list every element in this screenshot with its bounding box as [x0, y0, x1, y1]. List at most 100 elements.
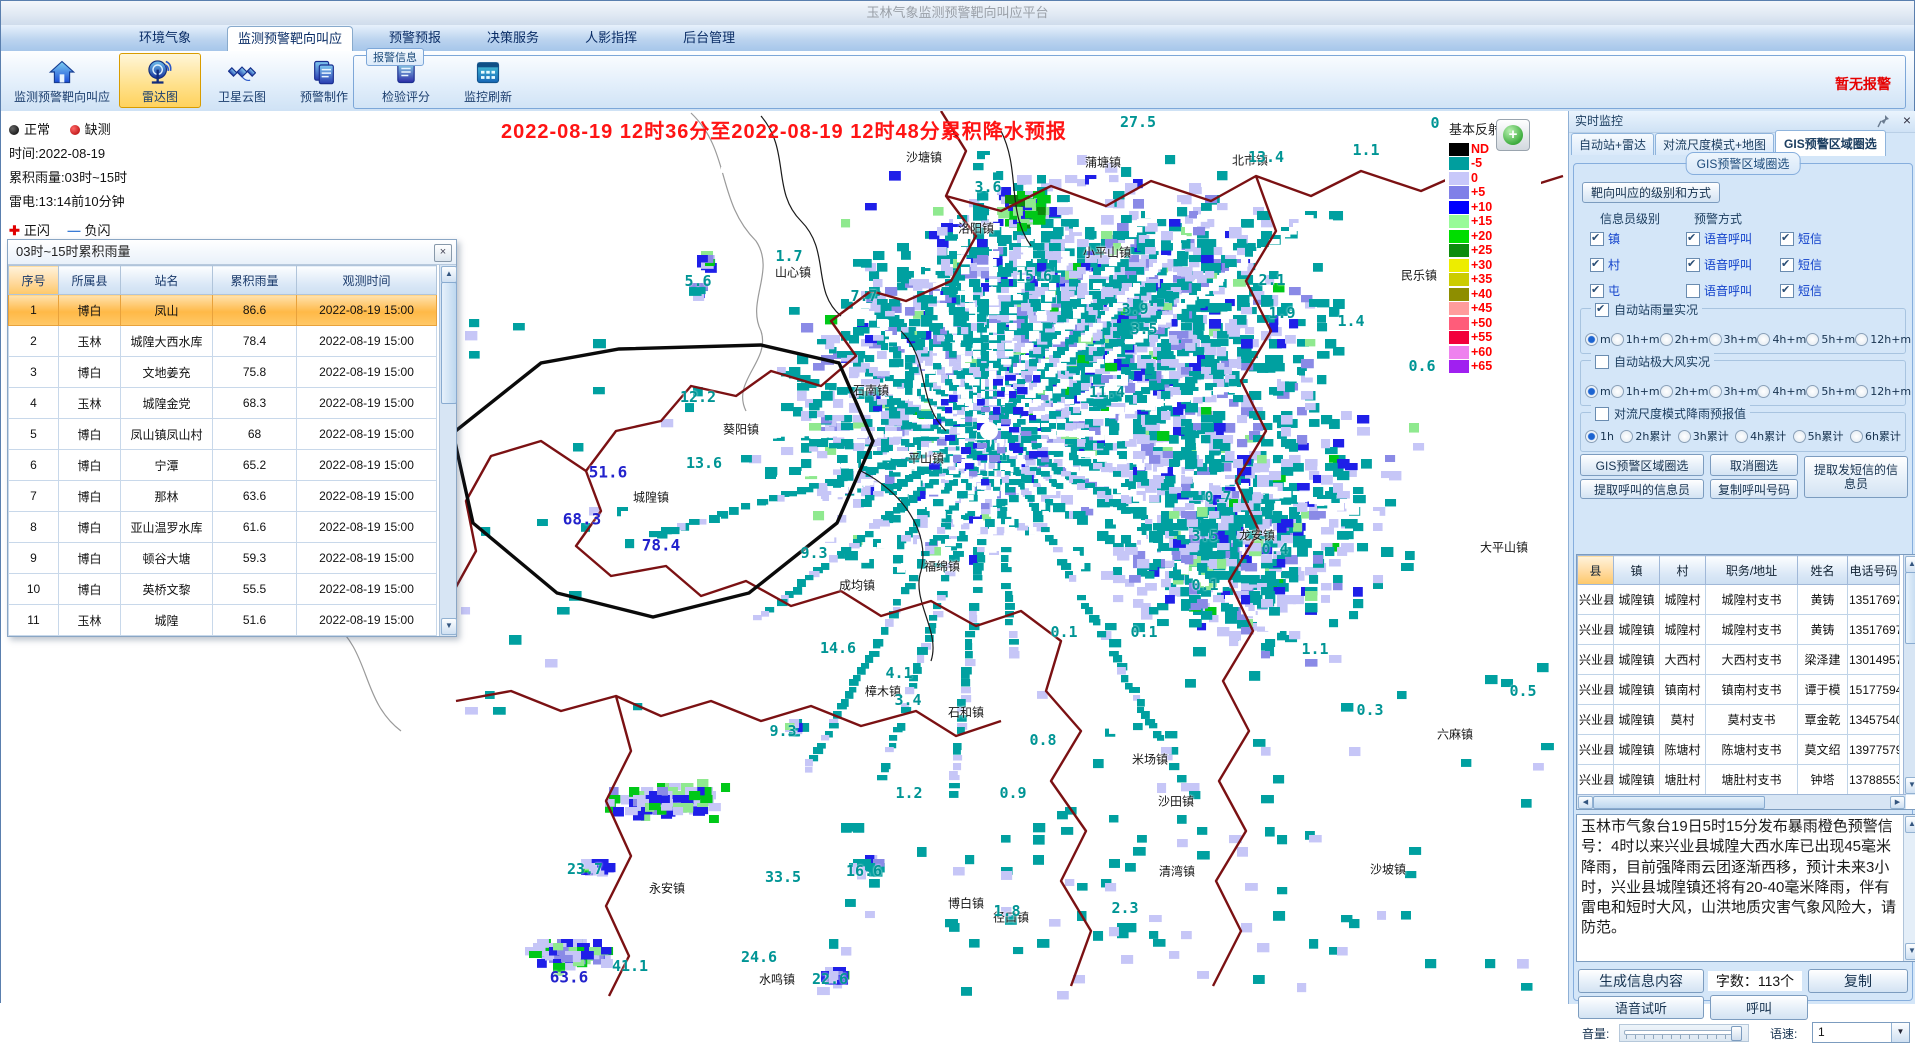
- contact-table[interactable]: 县镇村职务/地址姓名电话号码兴业县城隍镇城隍村城隍村支书黄铸135176975 兴…: [1577, 555, 1900, 810]
- scrollbar-thumb[interactable]: [1905, 572, 1915, 644]
- checkbox-icon[interactable]: [1595, 407, 1609, 421]
- scroll-up-icon[interactable]: ▲: [1905, 816, 1915, 833]
- rain-table[interactable]: 序号所属县站名累积雨量观测时间1博白凤山86.62022-08-19 15:00…: [8, 265, 437, 636]
- scroll-right-icon[interactable]: ▶: [1890, 796, 1905, 809]
- radio-option[interactable]: 3h+m: [1709, 385, 1758, 398]
- gis-select-button[interactable]: GIS预警区域圈选: [1580, 454, 1704, 476]
- checkbox-icon[interactable]: [1780, 284, 1794, 298]
- contact-table-row[interactable]: 兴业县城隍镇大西村大西村支书梁泽建130149571: [1578, 645, 1900, 675]
- radio-option[interactable]: 5h+m: [1806, 385, 1855, 398]
- scroll-down-icon[interactable]: ▼: [441, 618, 457, 635]
- rain-table-titlebar[interactable]: 03时~15时累积雨量 ×: [8, 240, 456, 265]
- warning-message-text[interactable]: 玉林市气象台19日5时15分发布暴雨橙色预警信号：4时以来兴业县城隍大西水库已出…: [1581, 817, 1901, 959]
- rain-table-row[interactable]: 11玉林城隍51.62022-08-19 15:00: [9, 605, 437, 636]
- checkbox-icon[interactable]: [1595, 355, 1609, 369]
- rain-col-header[interactable]: 观测时间: [297, 266, 437, 295]
- zoom-in-button[interactable]: +: [1496, 119, 1530, 151]
- checkbox-icon[interactable]: [1780, 258, 1794, 272]
- checkbox-icon[interactable]: [1590, 232, 1604, 246]
- checkbox-icon[interactable]: [1590, 284, 1604, 298]
- rain-table-row[interactable]: 2玉林城隍大西水库78.42022-08-19 15:00: [9, 326, 437, 357]
- checkbox-icon[interactable]: [1780, 232, 1794, 246]
- toolbar-item[interactable]: 监测预警靶向叫应: [5, 53, 119, 108]
- close-icon[interactable]: ×: [434, 244, 452, 262]
- copy-button[interactable]: 复制: [1808, 969, 1908, 993]
- rain-table-scrollbar[interactable]: ▲ ▼: [439, 265, 456, 636]
- contact-col-header[interactable]: 职务/地址: [1706, 556, 1798, 585]
- scroll-down-icon[interactable]: ▼: [1905, 943, 1915, 960]
- radio-option[interactable]: 2h+m: [1660, 333, 1709, 346]
- contact-table-row[interactable]: 兴业县城隍镇城隍村城隍村支书黄铸135176975: [1578, 585, 1900, 615]
- scroll-down-icon[interactable]: ▼: [1905, 777, 1915, 794]
- call-option[interactable]: 语音呼叫: [1686, 282, 1752, 299]
- radio-option[interactable]: 2h累计: [1620, 428, 1671, 444]
- radio-option[interactable]: 4h累计: [1735, 428, 1786, 444]
- menu-tab[interactable]: 人影指挥: [575, 25, 647, 51]
- scrollbar-thumb[interactable]: [441, 282, 457, 404]
- menu-tab[interactable]: 监测预警靶向叫应: [227, 26, 353, 52]
- extract-sms-informers-button[interactable]: 提取发短信的信息员: [1804, 456, 1908, 498]
- rain-table-row[interactable]: 8博白亚山温罗水库61.62022-08-19 15:00: [9, 512, 437, 543]
- radio-option[interactable]: 1h: [1585, 428, 1614, 444]
- contact-vertical-scrollbar[interactable]: ▲ ▼: [1903, 555, 1915, 795]
- call-button[interactable]: 呼叫: [1710, 995, 1808, 1020]
- contact-col-header[interactable]: 镇: [1614, 556, 1660, 585]
- scroll-up-icon[interactable]: ▲: [1905, 556, 1915, 573]
- rain-table-row[interactable]: 1博白凤山86.62022-08-19 15:00: [9, 295, 437, 326]
- extract-call-informers-button[interactable]: 提取呼叫的信息员: [1580, 479, 1704, 499]
- radio-option[interactable]: 1h+m: [1611, 385, 1660, 398]
- checkbox-icon[interactable]: [1590, 258, 1604, 272]
- radio-option[interactable]: 12h+m: [1855, 385, 1911, 398]
- checkbox-icon[interactable]: [1686, 258, 1700, 272]
- call-option[interactable]: 短信: [1780, 230, 1822, 247]
- contact-table-row[interactable]: 兴业县城隍镇陈塘村陈塘村支书莫文绍139775796: [1578, 735, 1900, 765]
- contact-col-header[interactable]: 村: [1660, 556, 1706, 585]
- radio-option[interactable]: 4h+m: [1757, 333, 1806, 346]
- radio-option[interactable]: 5h累计: [1793, 428, 1844, 444]
- menu-tab[interactable]: 环境气象: [129, 25, 201, 51]
- radio-option[interactable]: m: [1585, 385, 1611, 398]
- rain-table-row[interactable]: 5博白凤山镇凤山村682022-08-19 15:00: [9, 419, 437, 450]
- message-scrollbar[interactable]: ▲ ▼: [1903, 815, 1915, 961]
- call-option[interactable]: 短信: [1780, 256, 1822, 273]
- rain-col-header[interactable]: 累积雨量: [213, 266, 297, 295]
- checkbox-icon[interactable]: [1686, 284, 1700, 298]
- close-icon[interactable]: ×: [1903, 112, 1911, 128]
- cancel-select-button[interactable]: 取消圈选: [1710, 454, 1798, 476]
- contact-table-row[interactable]: 兴业县城隍镇镇南村镇南村支书谭于模151775946: [1578, 675, 1900, 705]
- radio-option[interactable]: 3h累计: [1678, 428, 1729, 444]
- rain-table-row[interactable]: 3博白文地姜充75.82022-08-19 15:00: [9, 357, 437, 388]
- radio-option[interactable]: 2h+m: [1660, 385, 1709, 398]
- volume-slider[interactable]: [1619, 1024, 1749, 1042]
- generate-message-button[interactable]: 生成信息内容: [1578, 969, 1704, 993]
- speed-combobox[interactable]: 1 ▼: [1812, 1022, 1910, 1043]
- contact-col-header[interactable]: 县: [1578, 556, 1614, 585]
- call-option[interactable]: 语音呼叫: [1686, 230, 1752, 247]
- scroll-left-icon[interactable]: ◀: [1578, 796, 1593, 809]
- scrollbar-thumb[interactable]: [1593, 796, 1765, 809]
- slider-handle[interactable]: [1731, 1026, 1742, 1041]
- right-panel-tab[interactable]: 自动站+雷达: [1571, 133, 1654, 155]
- contact-col-header[interactable]: 电话号码: [1848, 556, 1900, 585]
- menu-tab[interactable]: 决策服务: [477, 25, 549, 51]
- checkbox-icon[interactable]: [1686, 232, 1700, 246]
- radio-option[interactable]: 3h+m: [1709, 333, 1758, 346]
- contact-table-row[interactable]: 兴业县城隍镇莫村莫村支书覃金乾134575405: [1578, 705, 1900, 735]
- checkbox-icon[interactable]: [1595, 303, 1609, 317]
- rain-col-header[interactable]: 站名: [121, 266, 213, 295]
- radio-option[interactable]: 12h+m: [1855, 333, 1911, 346]
- copy-call-numbers-button[interactable]: 复制呼叫号码: [1710, 479, 1798, 499]
- map-area[interactable]: 沙塘镇蒲塘镇北市镇洛阳镇小平山镇山心镇民乐镇石南镇葵阳镇平山镇城隍镇龙安镇大平山…: [1, 111, 1568, 1004]
- radio-option[interactable]: 4h+m: [1757, 385, 1806, 398]
- scroll-up-icon[interactable]: ▲: [441, 266, 457, 283]
- contact-col-header[interactable]: 姓名: [1798, 556, 1848, 585]
- contact-horizontal-scrollbar[interactable]: ◀ ▶: [1577, 794, 1906, 809]
- voice-preview-button[interactable]: 语音试听: [1578, 996, 1704, 1019]
- rain-table-row[interactable]: 6博白宁潭65.22022-08-19 15:00: [9, 450, 437, 481]
- radio-option[interactable]: 5h+m: [1806, 333, 1855, 346]
- rain-table-row[interactable]: 7博白那林63.62022-08-19 15:00: [9, 481, 437, 512]
- call-option[interactable]: 村: [1590, 256, 1620, 273]
- rain-col-header[interactable]: 序号: [9, 266, 59, 295]
- call-option[interactable]: 短信: [1780, 282, 1822, 299]
- toolbar-item[interactable]: 卫星云图: [201, 53, 283, 108]
